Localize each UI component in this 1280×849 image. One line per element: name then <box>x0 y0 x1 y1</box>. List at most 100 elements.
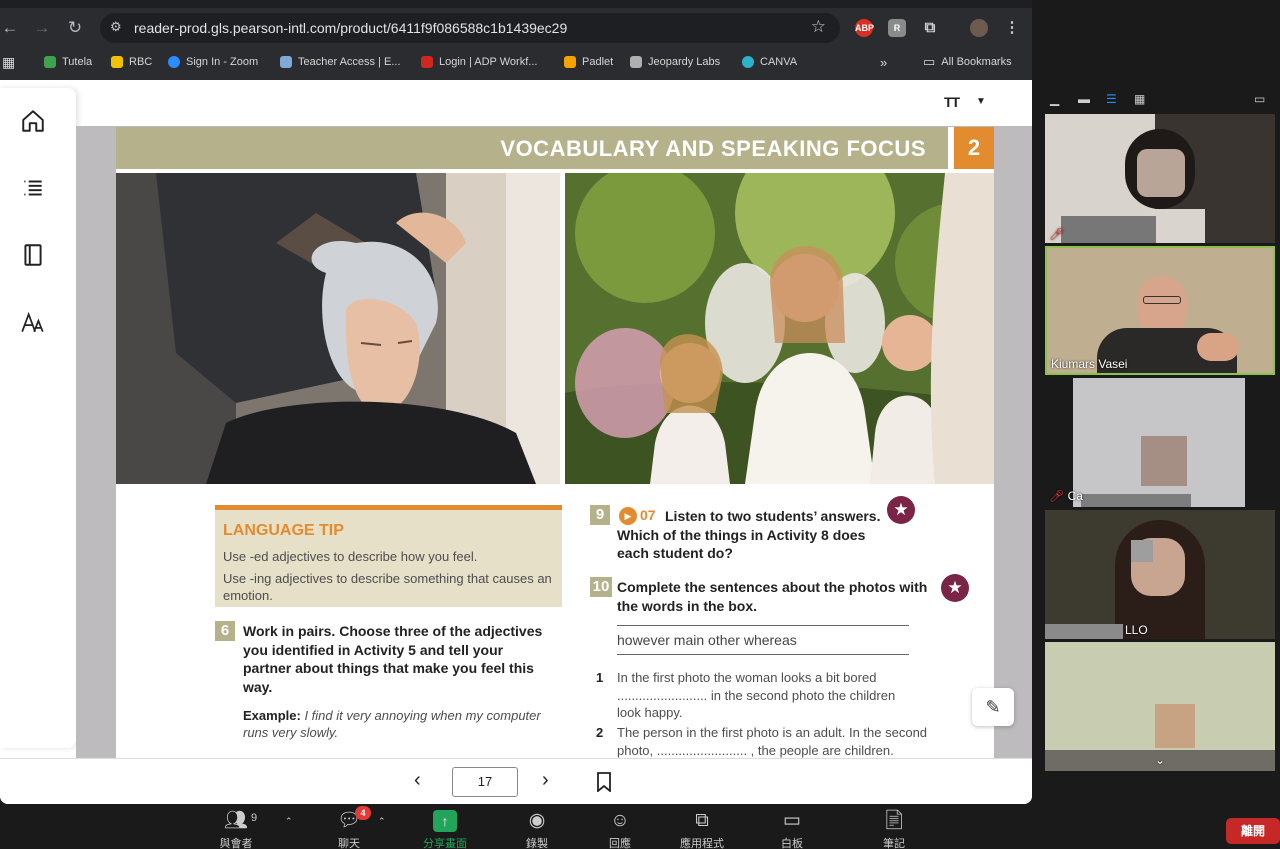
folder-icon: ▭ <box>923 54 936 69</box>
bookmark-jeopardy[interactable]: Jeopardy Labs <box>630 54 720 70</box>
language-tip-title: LANGUAGE TIP <box>223 522 344 539</box>
activity-6-example: Example: I find it very annoying when my… <box>243 707 563 741</box>
muted-mic-icon: 🎤︎ <box>1049 489 1065 503</box>
gallery-grid-view-icon[interactable]: ▦ <box>1134 92 1145 108</box>
bookmark-label: Sign In - Zoom <box>186 56 259 68</box>
activity-9-number: 9 <box>590 505 610 525</box>
tab-strip <box>0 0 1032 8</box>
bookmark-label: Tutela <box>62 56 93 68</box>
vertical-strip-view-icon[interactable]: ☰ <box>1106 92 1117 108</box>
reactions-icon: ☺ <box>610 810 630 831</box>
gallery-view-controls: ▁ ▬ ☰ ▦ ▭ <box>1032 92 1280 110</box>
participant-count: 9 <box>251 812 258 824</box>
speaker-strip-view-icon[interactable]: ▬ <box>1078 92 1090 108</box>
participant-tile-1[interactable]: 🎤︎ <box>1045 114 1275 243</box>
site-settings-icon[interactable]: ⚙ <box>110 19 124 35</box>
muted-mic-icon: 🎤︎ <box>1049 227 1065 241</box>
bookmark-teacher-access[interactable]: Teacher Access | E... <box>280 54 401 70</box>
bookmark-label: CANVA <box>760 56 798 68</box>
share-screen-button[interactable]: ↑ 分享畫面 <box>405 804 485 849</box>
apps-grid-icon[interactable]: ▦ <box>2 54 15 70</box>
share-screen-label: 分享畫面 <box>423 838 467 849</box>
apps-button[interactable]: ⧉ 應用程式 <box>662 804 742 849</box>
browser-menu-icon[interactable]: ⋮ <box>1003 19 1021 37</box>
extension-r-icon[interactable]: R <box>888 19 906 37</box>
leave-meeting-button[interactable]: 離開 <box>1226 818 1280 844</box>
all-bookmarks-button[interactable]: ▭ All Bookmarks <box>923 54 1012 70</box>
bookmark-canva[interactable]: CANVA <box>742 54 797 70</box>
participant-tile-4[interactable]: LLO <box>1045 510 1275 639</box>
sentence-1-number: 1 <box>596 670 604 685</box>
word-box: however main other whereas <box>617 625 909 655</box>
bookmark-zoom[interactable]: Sign In - Zoom <box>168 54 258 70</box>
page-number-input[interactable]: 17 <box>452 767 518 797</box>
children-fairies-photo <box>565 173 994 484</box>
share-screen-icon: ↑ <box>433 810 457 832</box>
example-label: Example: <box>243 708 301 723</box>
text-size-caret-icon[interactable]: ▼ <box>976 96 986 107</box>
participants-label: 與會者 <box>219 838 253 849</box>
bookmark-page-icon[interactable] <box>596 772 612 792</box>
bookmark-rbc[interactable]: RBC <box>111 54 152 70</box>
speaking-star-icon: ★ <box>941 574 969 602</box>
font-size-icon[interactable] <box>20 310 46 336</box>
bookmark-label: Teacher Access | E... <box>298 56 401 68</box>
address-bar[interactable]: ⚙ reader-prod.gls.pearson-intl.com/produ… <box>100 13 840 43</box>
sentence-2-text: The person in the first photo is an adul… <box>617 725 928 758</box>
padlet-icon <box>564 56 576 68</box>
url-text[interactable]: reader-prod.gls.pearson-intl.com/product… <box>134 20 567 36</box>
activity-9-instructions: Listen to two students’ answers. Which o… <box>617 508 881 561</box>
chat-button[interactable]: 💬︎ 4 聊天 <box>309 804 389 849</box>
participants-caret-icon[interactable]: ⌃ <box>285 816 293 827</box>
minimize-view-icon[interactable]: ▁ <box>1050 92 1059 108</box>
record-button[interactable]: ◉ 錄製 <box>497 804 577 849</box>
notes-label: 筆記 <box>883 838 905 849</box>
pixelated-face <box>1155 704 1195 748</box>
notebook-icon[interactable] <box>20 242 46 268</box>
participants-button[interactable]: 👥︎ 9 與會者 <box>196 804 276 849</box>
bookmark-star-icon[interactable]: ☆ <box>811 17 826 37</box>
activity-10-instructions: Complete the sentences about the photos … <box>617 579 928 614</box>
participant-tile-3[interactable]: 🎤︎ Ca <box>1045 378 1275 507</box>
hairdresser-photo <box>116 173 560 484</box>
bookmark-tutela[interactable]: Tutela <box>44 54 92 70</box>
unit-number: 2 <box>954 127 994 169</box>
record-icon: ◉ <box>528 810 546 831</box>
adp-icon <box>421 56 433 68</box>
profile-avatar[interactable] <box>970 19 988 37</box>
reactions-label: 回應 <box>609 838 631 849</box>
home-icon[interactable] <box>20 108 46 134</box>
more-bookmarks-button[interactable]: » <box>880 54 887 70</box>
expand-chevron-icon[interactable]: ⌄ <box>1155 753 1165 767</box>
next-page-icon[interactable]: › <box>542 769 549 792</box>
chat-unread-badge: 4 <box>355 806 371 820</box>
pop-out-view-icon[interactable]: ▭ <box>1254 92 1265 108</box>
text-size-button[interactable]: TT <box>944 94 960 110</box>
sentence-2-number: 2 <box>596 725 604 740</box>
bookmark-padlet[interactable]: Padlet <box>564 54 613 70</box>
ebook-reader: TT ▼ VOCABULARY AND SPEAKING FOCUS 2 LAN… <box>0 80 1032 804</box>
chat-caret-icon[interactable]: ⌃ <box>378 816 386 827</box>
highlighter-tool-icon[interactable]: ✎ <box>972 688 1014 726</box>
bookmarks-bar: ▦ Tutela RBC Sign In - Zoom Teacher Acce… <box>0 48 1032 76</box>
bookmark-adp[interactable]: Login | ADP Workf... <box>421 54 537 70</box>
glasses <box>1143 296 1181 304</box>
screen: ← → ↻ ⚙ reader-prod.gls.pearson-intl.com… <box>0 0 1280 849</box>
adblock-extension-icon[interactable]: ABP <box>855 19 874 37</box>
reactions-button[interactable]: ☺ 回應 <box>580 804 660 849</box>
reload-icon[interactable]: ↻ <box>65 18 85 38</box>
table-of-contents-icon[interactable] <box>20 175 46 201</box>
language-tip-line2: Use -ing adjectives to describe somethin… <box>223 571 552 603</box>
participant-name: Kiumars Vasei <box>1051 357 1128 371</box>
forward-icon[interactable]: → <box>32 18 52 38</box>
tutela-icon <box>44 56 56 68</box>
face <box>1137 276 1187 336</box>
participant-name-row: 🎤︎ Ca <box>1049 489 1083 503</box>
whiteboard-button[interactable]: ▭ 白板 <box>752 804 832 849</box>
previous-page-icon[interactable]: ‹ <box>414 769 421 792</box>
notes-button[interactable]: 📄︎ 筆記 <box>854 804 934 849</box>
participant-tile-5[interactable]: ⌄ <box>1045 642 1275 771</box>
participant-tile-active-speaker[interactable]: Kiumars Vasei <box>1045 246 1275 375</box>
back-icon[interactable]: ← <box>0 18 20 38</box>
extensions-puzzle-icon[interactable]: ⧉ <box>921 19 939 37</box>
